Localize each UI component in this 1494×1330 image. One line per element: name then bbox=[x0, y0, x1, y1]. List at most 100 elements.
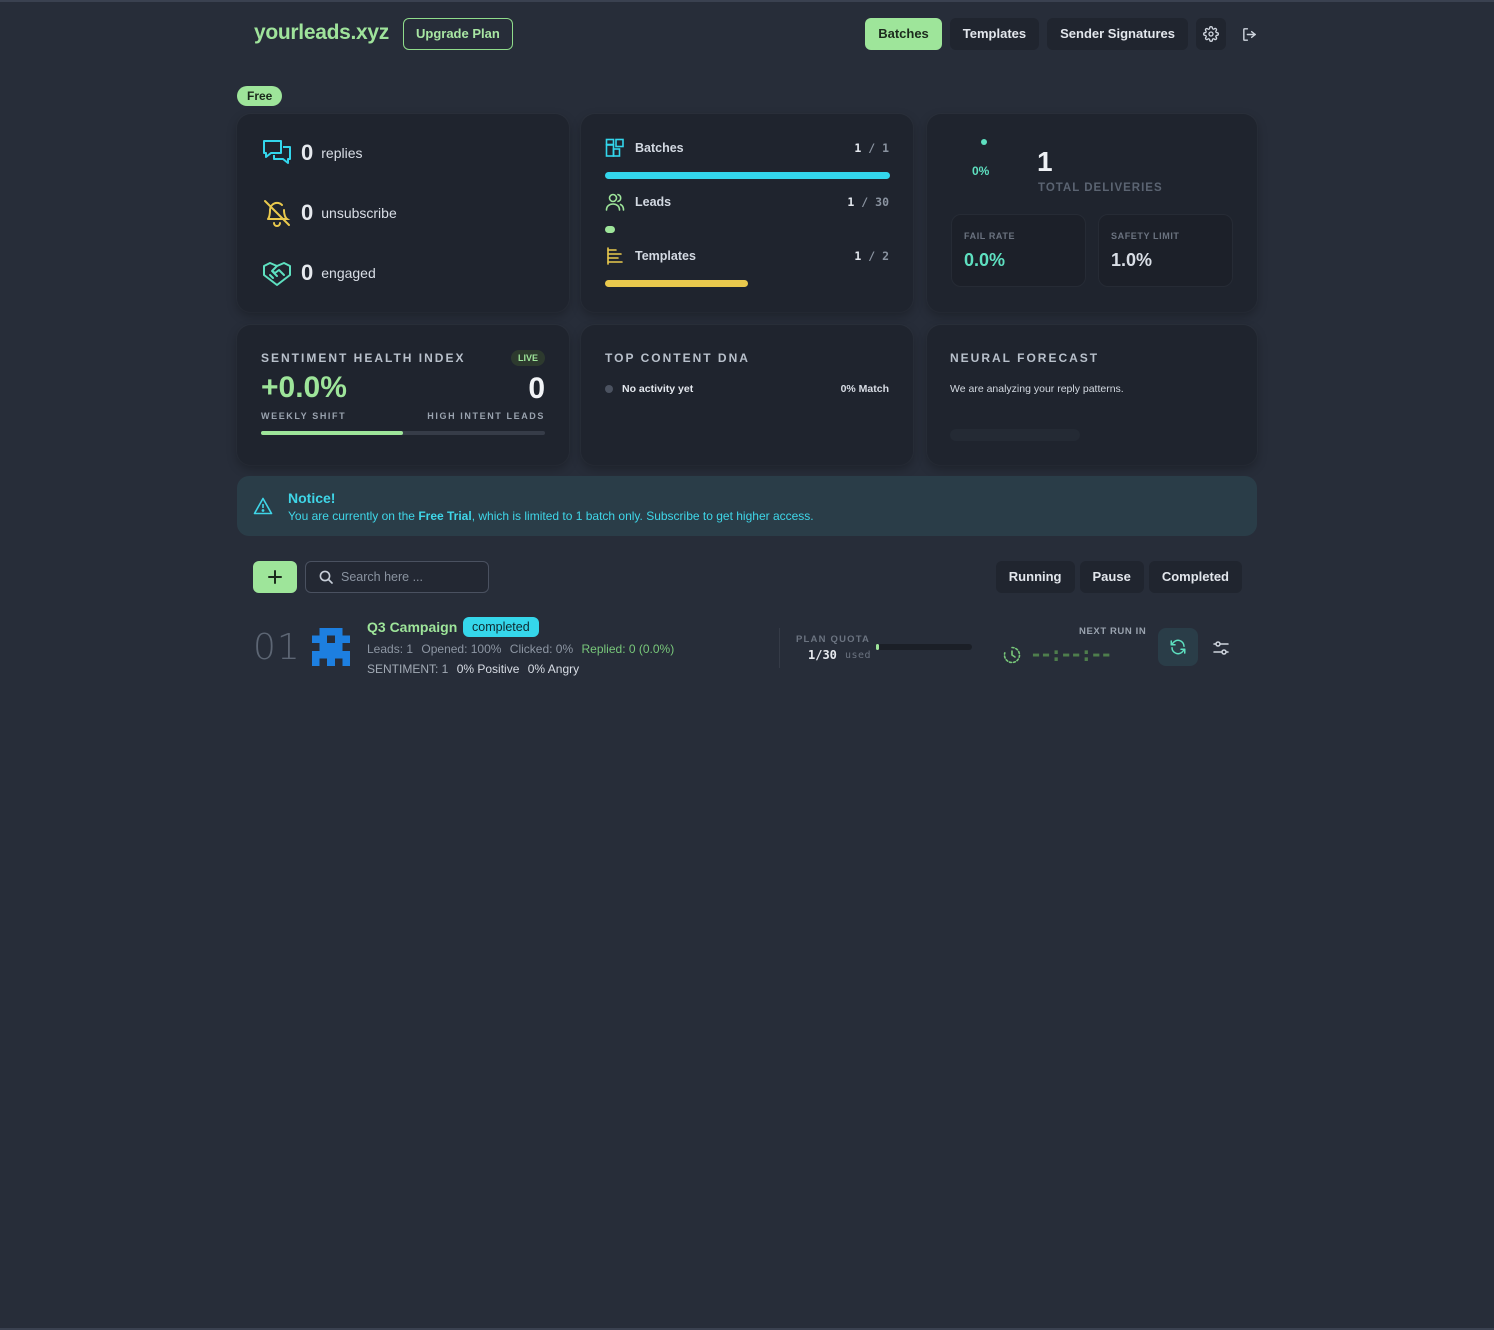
batch-status-badge: completed bbox=[463, 617, 539, 637]
usage-batches-label: Batches bbox=[635, 141, 684, 155]
batch-index: 01 bbox=[253, 627, 301, 668]
refresh-icon bbox=[1170, 639, 1186, 655]
status-filters: Running Pause Completed bbox=[995, 561, 1242, 593]
batches-icon bbox=[605, 138, 624, 157]
filter-running[interactable]: Running bbox=[995, 561, 1075, 593]
batch-settings-button[interactable] bbox=[1210, 637, 1232, 659]
refresh-batch-button[interactable] bbox=[1158, 628, 1198, 666]
usage-batches: Batches 1 / 1 bbox=[605, 138, 889, 158]
safety-limit-box: SAFETY LIMIT 1.0% bbox=[1098, 214, 1233, 287]
batch-leads: Leads: 1 bbox=[367, 642, 414, 656]
batch-positive: 0% Positive bbox=[456, 662, 520, 676]
logout-button[interactable] bbox=[1234, 18, 1264, 50]
batch-sentiment: SENTIMENT: 1 0% Positive 0% Angry bbox=[367, 662, 584, 676]
usage-leads: Leads 1 / 30 bbox=[605, 192, 889, 212]
engagement-card: 0 replies 0 unsubscribe 0 engaged bbox=[237, 114, 569, 312]
safety-limit-label: SAFETY LIMIT bbox=[1111, 231, 1180, 241]
settings-button[interactable] bbox=[1196, 18, 1226, 50]
content-dna-match: 0% Match bbox=[840, 383, 889, 395]
safety-limit-value: 1.0% bbox=[1111, 250, 1153, 270]
notice-title: Notice! bbox=[288, 490, 336, 506]
total-deliveries-count: 1 bbox=[1037, 146, 1053, 177]
plan-badge: Free bbox=[237, 86, 283, 106]
templates-progress-fill bbox=[605, 280, 748, 287]
clock-icon bbox=[1003, 646, 1021, 664]
batch-sentiment-label: SENTIMENT: 1 bbox=[367, 662, 449, 676]
chat-icon bbox=[263, 140, 291, 164]
app-logo[interactable]: yourleads.xyz bbox=[254, 21, 389, 45]
batch-clicked: Clicked: 0% bbox=[509, 642, 574, 656]
search-icon bbox=[319, 570, 333, 584]
sentiment-bar-fill bbox=[261, 431, 403, 435]
notice-text: You are currently on the Free Trial, whi… bbox=[288, 509, 814, 523]
plan-quota-label: PLAN QUOTA bbox=[796, 634, 871, 645]
replies-count: 0 bbox=[301, 140, 314, 165]
engaged-count: 0 bbox=[301, 260, 314, 285]
batch-stats: Leads: 1 Opened: 100% Clicked: 0% Replie… bbox=[367, 642, 679, 656]
forecast-card: NEURAL FORECAST We are analyzing your re… bbox=[927, 325, 1257, 465]
batch-avatar bbox=[312, 628, 350, 666]
fail-rate-value: 0.0% bbox=[964, 250, 1006, 270]
sentiment-card: SENTIMENT HEALTH INDEX LIVE +0.0% 0 WEEK… bbox=[237, 325, 569, 465]
batch-name[interactable]: Q3 Campaign bbox=[367, 619, 457, 635]
bell-off-icon bbox=[264, 200, 291, 227]
templates-progress bbox=[605, 280, 890, 287]
search-box[interactable] bbox=[305, 561, 489, 593]
next-run-label: NEXT RUN IN bbox=[1079, 626, 1147, 637]
forecast-placeholder bbox=[950, 429, 1080, 441]
deliveries-card: 0% 1 TOTAL DELIVERIES FAIL RATE 0.0% SAF… bbox=[927, 114, 1257, 312]
notice-highlight: Free Trial bbox=[418, 509, 472, 523]
usage-leads-ratio: 1 / 30 bbox=[847, 195, 889, 209]
forecast-text: We are analyzing your reply patterns. bbox=[950, 383, 1124, 395]
total-deliveries-label: TOTAL DELIVERIES bbox=[1038, 182, 1163, 194]
handshake-icon bbox=[263, 262, 291, 286]
usage-card: Batches 1 / 1 Leads 1 / 30 Templates 1 /… bbox=[581, 114, 913, 312]
plan-quota-bar bbox=[876, 644, 972, 650]
forecast-title: NEURAL FORECAST bbox=[950, 351, 1100, 365]
content-dna-card: TOP CONTENT DNA No activity yet 0% Match bbox=[581, 325, 913, 465]
nav-batches[interactable]: Batches bbox=[865, 18, 942, 50]
fail-rate-label: FAIL RATE bbox=[964, 231, 1016, 241]
logout-icon bbox=[1242, 27, 1256, 41]
sentiment-bar bbox=[261, 431, 545, 435]
dna-dot-icon bbox=[605, 385, 613, 393]
unsubscribe-count: 0 bbox=[301, 200, 314, 225]
usage-leads-label: Leads bbox=[635, 195, 672, 209]
plan-quota-used-label: used bbox=[845, 650, 872, 661]
batch-replied: Replied: 0 (0.0%) bbox=[581, 642, 675, 656]
nav-sender-signatures[interactable]: Sender Signatures bbox=[1047, 18, 1188, 50]
users-icon bbox=[605, 193, 625, 211]
delivery-gauge-indicator bbox=[981, 139, 987, 145]
weekly-shift-value: +0.0% bbox=[261, 371, 347, 404]
filter-pause[interactable]: Pause bbox=[1079, 561, 1144, 593]
usage-templates: Templates 1 / 2 bbox=[605, 246, 889, 266]
batches-progress bbox=[605, 172, 890, 179]
sentiment-title: SENTIMENT HEALTH INDEX bbox=[261, 351, 466, 365]
batch-opened: Opened: 100% bbox=[421, 642, 502, 656]
unsubscribe-label: unsubscribe bbox=[321, 205, 397, 221]
live-badge: LIVE bbox=[510, 350, 545, 366]
content-dna-title: TOP CONTENT DNA bbox=[605, 351, 750, 365]
leads-progress bbox=[605, 226, 890, 233]
leads-progress-fill bbox=[605, 226, 615, 233]
content-dna-item-label: No activity yet bbox=[622, 383, 694, 395]
nav-templates[interactable]: Templates bbox=[949, 18, 1040, 50]
filter-completed[interactable]: Completed bbox=[1148, 561, 1242, 593]
fail-rate-box: FAIL RATE 0.0% bbox=[951, 214, 1086, 287]
weekly-shift-label: WEEKLY SHIFT bbox=[261, 411, 347, 421]
usage-batches-ratio: 1 / 1 bbox=[854, 141, 889, 155]
upgrade-plan-button[interactable]: Upgrade Plan bbox=[403, 18, 513, 50]
warning-icon bbox=[253, 497, 273, 515]
unsubscribe-stat: 0 unsubscribe bbox=[261, 197, 397, 229]
plan-quota-value: 1/30 bbox=[808, 648, 837, 662]
delivery-gauge-percent: 0% bbox=[972, 164, 990, 178]
sliders-icon bbox=[1213, 641, 1229, 655]
main-nav: Batches Templates Sender Signatures bbox=[865, 18, 1264, 50]
plus-icon bbox=[268, 570, 282, 584]
high-intent-label: HIGH INTENT LEADS bbox=[427, 411, 545, 421]
content-dna-item: No activity yet 0% Match bbox=[605, 383, 889, 395]
next-run-countdown: --:--:-- bbox=[1030, 642, 1112, 666]
add-batch-button[interactable] bbox=[253, 561, 297, 593]
search-input[interactable] bbox=[341, 570, 481, 584]
replies-stat: 0 replies bbox=[261, 137, 363, 169]
